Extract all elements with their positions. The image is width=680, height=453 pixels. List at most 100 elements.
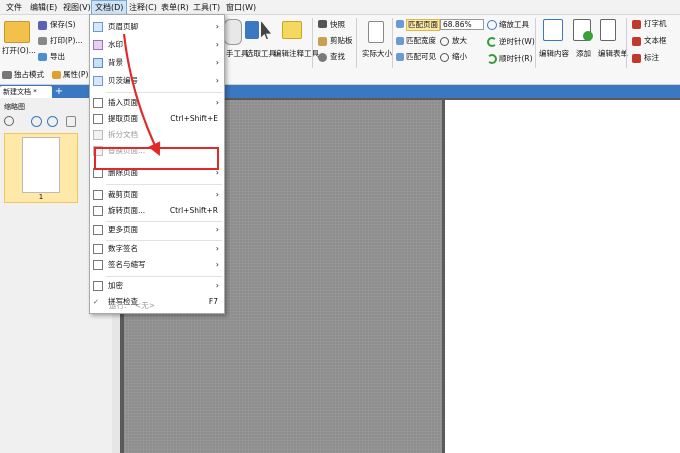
solo-mode-button[interactable]: 独占模式 [14, 70, 44, 80]
menu-item-sign-initial[interactable]: 签名与缩写 › [90, 257, 224, 273]
run-value: <无> [135, 301, 156, 310]
edit-content-icon[interactable] [543, 19, 563, 41]
actual-size-icon[interactable] [368, 21, 384, 43]
menu-view[interactable]: 视图(V) [60, 0, 94, 15]
typewriter-button[interactable]: 打字机 [644, 19, 667, 29]
callout-icon[interactable] [632, 54, 641, 63]
zoom-out-icon[interactable] [440, 53, 449, 62]
menu-item-insert-page[interactable]: 插入页面 › [90, 95, 224, 111]
menu-item-encrypt[interactable]: 加密 › [90, 278, 224, 294]
clipboard-button[interactable]: 剪贴板 [330, 36, 353, 46]
menu-form[interactable]: 表单(R) [158, 0, 192, 15]
document-tab[interactable]: 新建文档 * [0, 86, 52, 98]
menu-item-watermark[interactable]: 水印 › [90, 37, 224, 53]
menu-item-shortcut: Ctrl+Shift+E [170, 114, 218, 123]
typewriter-icon[interactable] [632, 20, 641, 29]
open-folder-icon[interactable] [4, 21, 30, 43]
menu-item-label: 拆分文档 [108, 130, 138, 139]
clipboard-icon[interactable] [318, 37, 327, 46]
menu-separator [106, 276, 222, 277]
menu-item-digital-signature[interactable]: 数字签名 › [90, 241, 224, 257]
print-icon[interactable] [38, 37, 47, 45]
menu-comment[interactable]: 注释(C) [126, 0, 160, 15]
zoom-out-thumb-icon[interactable] [47, 116, 58, 127]
menu-tools[interactable]: 工具(T) [190, 0, 223, 15]
ribbon-separator [535, 18, 536, 68]
zoom-in-icon[interactable] [440, 37, 449, 46]
properties-icon[interactable] [52, 71, 61, 79]
select-text-icon[interactable] [245, 21, 259, 39]
menu-item-crop-page[interactable]: 裁剪页面 › [90, 187, 224, 203]
menu-item-rotate-page[interactable]: 旋转页面... Ctrl+Shift+R [90, 203, 224, 219]
page-options-icon[interactable] [66, 116, 76, 127]
new-tab-button[interactable]: + [54, 86, 64, 98]
bates-icon [93, 76, 103, 86]
save-button[interactable]: 保存(S) [50, 20, 76, 30]
find-button[interactable]: 查找 [330, 52, 345, 62]
select-tool-button[interactable]: 选取工具 [246, 49, 276, 59]
menu-edit[interactable]: 编辑(E) [27, 0, 60, 15]
textbox-button[interactable]: 文本框 [644, 36, 667, 46]
export-icon[interactable] [38, 53, 47, 61]
menu-item-label: 旋转页面... [108, 206, 146, 215]
zoom-in-thumb-icon[interactable] [31, 116, 42, 127]
edit-annotation-icon[interactable] [282, 21, 302, 39]
fit-page-icon[interactable] [396, 20, 404, 28]
menu-item-background[interactable]: 背景 › [90, 55, 224, 71]
ribbon-separator [626, 18, 627, 68]
menu-item-label: 贝茨编号 [108, 76, 138, 85]
snapshot-button[interactable]: 快照 [330, 20, 345, 30]
save-icon[interactable] [38, 21, 47, 30]
zoom-input[interactable]: 68.86% [440, 19, 484, 30]
edit-content-button[interactable]: 编辑内容 [539, 49, 569, 59]
print-button[interactable]: 打印(P)... [50, 36, 83, 46]
actual-size-button[interactable]: 实际大小 [362, 49, 392, 59]
fit-width-icon[interactable] [396, 37, 404, 45]
fit-visible-icon[interactable] [396, 53, 404, 61]
open-label[interactable]: 打开(O)... [2, 46, 36, 56]
rotate-cw-icon[interactable] [487, 54, 497, 64]
export-button[interactable]: 导出 [50, 52, 65, 62]
zoom-tool-icon[interactable] [487, 20, 497, 30]
menu-document[interactable]: 文档(D) [91, 0, 128, 15]
menu-item-bates[interactable]: 贝茨编号 › [90, 73, 224, 89]
edit-form-icon[interactable] [600, 19, 616, 41]
encrypt-icon [93, 281, 103, 291]
gear-icon[interactable] [4, 116, 14, 126]
menu-item-label: 页眉页脚 [108, 22, 138, 31]
more-pages-icon [93, 225, 103, 235]
snapshot-icon[interactable] [318, 20, 327, 28]
watermark: Bai 经验 jingyan.baidu.com [530, 385, 680, 445]
menu-item-label: 提取页面 [108, 114, 138, 123]
edit-form-button[interactable]: 编辑表单 [598, 49, 628, 59]
solo-mode-icon[interactable] [2, 71, 12, 79]
zoom-in-button[interactable]: 放大 [452, 36, 467, 46]
rotate-ccw-button[interactable]: 逆时针(W) [499, 37, 535, 47]
rotate-ccw-icon[interactable] [487, 37, 497, 47]
menu-item-extract-page[interactable]: 提取页面 Ctrl+Shift+E [90, 111, 224, 127]
submenu-arrow-icon: › [215, 190, 219, 199]
fit-page-button[interactable]: 匹配页面 [406, 19, 440, 31]
menu-item-label: 运行: [109, 301, 127, 310]
menu-item-header-footer[interactable]: 页眉页脚 › [90, 19, 224, 35]
fit-visible-button[interactable]: 匹配可见 [406, 52, 436, 62]
menu-item-label: 更多页面 [108, 225, 138, 234]
select-arrow-icon[interactable] [261, 21, 271, 39]
hand-icon[interactable] [224, 19, 242, 45]
callout-button[interactable]: 标注 [644, 53, 659, 63]
fit-width-button[interactable]: 匹配宽度 [406, 36, 436, 46]
menu-window[interactable]: 窗口(W) [223, 0, 259, 15]
textbox-icon[interactable] [632, 37, 641, 46]
submenu-arrow-icon: › [215, 58, 219, 67]
menu-item-more-pages[interactable]: 更多页面 › [90, 222, 224, 238]
menu-separator [106, 184, 222, 185]
add-button[interactable]: 添加 [576, 49, 591, 59]
rotate-cw-button[interactable]: 顺时针(R) [499, 54, 533, 64]
page-thumbnail-selected[interactable]: 1 [4, 133, 78, 203]
find-icon[interactable] [318, 53, 327, 62]
page-thumbnail-number: 1 [38, 193, 44, 201]
zoom-tool-button[interactable]: 缩放工具 [499, 20, 529, 30]
menu-file[interactable]: 文件 [3, 0, 25, 15]
menu-item-label: 插入页面 [108, 98, 138, 107]
zoom-out-button[interactable]: 缩小 [452, 52, 467, 62]
